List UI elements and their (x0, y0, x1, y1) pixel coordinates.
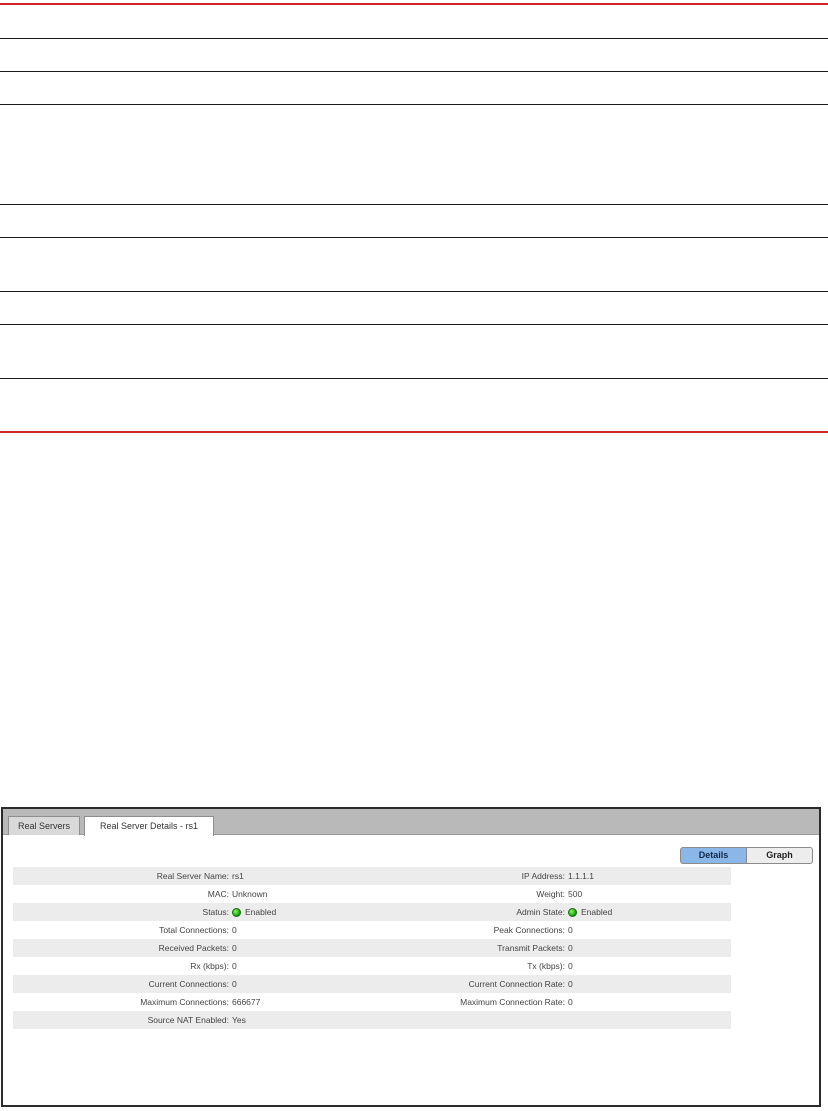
field-value: 500 (568, 889, 583, 899)
table-bottom-rule (0, 431, 828, 433)
table-row-rule (0, 204, 828, 205)
details-row: Rx (kbps): 0 Tx (kbps): 0 (13, 957, 731, 975)
field-label: IP Address: (521, 871, 565, 881)
field-value: Yes (232, 1015, 246, 1025)
details-row: Status: Enabled Admin State: Enabled (13, 903, 731, 921)
details-row: Received Packets: 0 Transmit Packets: 0 (13, 939, 731, 957)
field-label: Status: (202, 907, 229, 917)
field-label: Rx (kbps): (190, 961, 229, 971)
field-label: Weight: (536, 889, 565, 899)
field-value: Unknown (232, 889, 268, 899)
field-value: 0 (568, 979, 573, 989)
field-value: 666677 (232, 997, 261, 1007)
table-row-rule (0, 104, 828, 105)
status-value: Enabled (232, 903, 276, 921)
field-label: Admin State: (516, 907, 565, 917)
table-row-rule (0, 291, 828, 292)
table-row-rule (0, 324, 828, 325)
field-value: 0 (568, 961, 573, 971)
table-top-rule (0, 3, 828, 5)
field-label: Maximum Connection Rate: (460, 997, 565, 1007)
details-row: Maximum Connections: 666677 Maximum Conn… (13, 993, 731, 1011)
admin-state-green-dot-icon (568, 907, 577, 917)
field-label: Maximum Connections: (140, 997, 229, 1007)
details-row: Real Server Name: rs1 IP Address: 1.1.1.… (13, 867, 731, 885)
field-value: 0 (568, 943, 573, 953)
field-value: 0 (568, 925, 573, 935)
table-row-rule (0, 237, 828, 238)
status-green-dot-icon (232, 907, 241, 917)
details-row: Source NAT Enabled: Yes (13, 1011, 731, 1029)
field-value: 0 (232, 979, 237, 989)
field-label: Current Connection Rate: (468, 979, 565, 989)
field-label: Source NAT Enabled: (147, 1015, 229, 1025)
field-label: Current Connections: (148, 979, 229, 989)
field-value: Enabled (581, 907, 613, 917)
details-row: MAC: Unknown Weight: 500 (13, 885, 731, 903)
details-row: Current Connections: 0 Current Connectio… (13, 975, 731, 993)
field-value: rs1 (232, 871, 244, 881)
field-value: 0 (568, 997, 573, 1007)
field-label: Received Packets: (158, 943, 229, 953)
details-grid: Real Server Name: rs1 IP Address: 1.1.1.… (13, 867, 731, 1029)
field-value: 1.1.1.1 (568, 871, 594, 881)
field-label: Tx (kbps): (527, 961, 565, 971)
field-label: Transmit Packets: (497, 943, 565, 953)
field-value: Enabled (245, 907, 277, 917)
table-row-rule (0, 38, 828, 39)
tab-real-servers[interactable]: Real Servers (8, 816, 80, 835)
tab-bar: Real Servers Real Server Details - rs1 (3, 809, 819, 836)
field-label: Real Server Name: (156, 871, 229, 881)
details-row: Total Connections: 0 Peak Connections: 0 (13, 921, 731, 939)
real-server-details-screenshot: Real Servers Real Server Details - rs1 D… (1, 807, 821, 1107)
field-value: 0 (232, 961, 237, 971)
field-value: 0 (232, 943, 237, 953)
field-label: MAC: (207, 889, 229, 899)
graph-button[interactable]: Graph (746, 847, 813, 864)
field-label: Peak Connections: (493, 925, 565, 935)
field-label: Total Connections: (159, 925, 229, 935)
field-value: 0 (232, 925, 237, 935)
admin-state-value: Enabled (568, 903, 612, 921)
table-row-rule (0, 71, 828, 72)
details-button[interactable]: Details (680, 847, 747, 864)
table-row-rule (0, 378, 828, 379)
document-table (0, 0, 828, 433)
tab-real-server-details[interactable]: Real Server Details - rs1 (84, 816, 214, 836)
